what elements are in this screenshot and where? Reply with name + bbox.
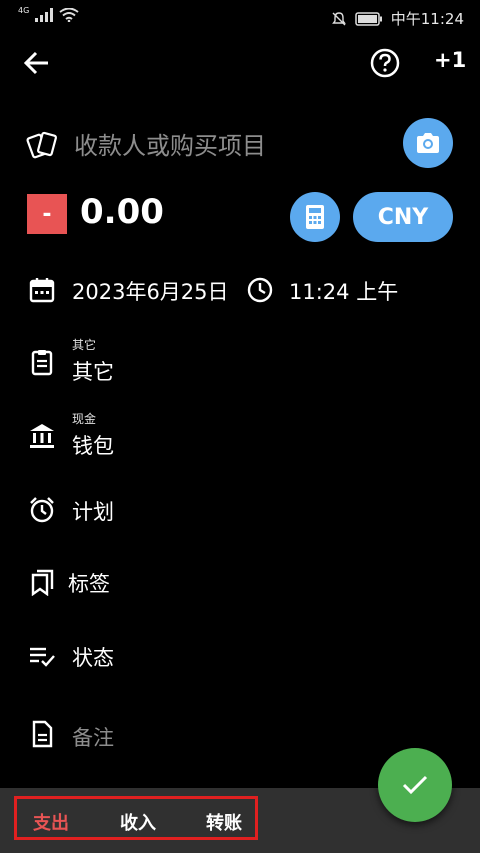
alarm-clock-icon [30,497,54,523]
network-type: 4G [18,5,30,15]
account-value: 钱包 [72,434,114,458]
app-bar: +1 [0,36,480,88]
account-row[interactable]: 现金 钱包 [0,410,480,466]
category-caption: 其它 [72,338,97,352]
mute-bell-icon [331,11,346,25]
datetime-row: 2023年6月25日 11:24 上午 [0,270,480,310]
tab-expense[interactable]: 支出 [33,809,69,835]
note-input[interactable]: 备注 [72,722,114,752]
bookmarks-icon [31,569,54,596]
category-value: 其它 [72,360,114,384]
sign-toggle-button[interactable]: - [27,194,67,234]
battery-icon [355,11,382,26]
arrow-left-icon[interactable] [20,48,54,78]
wifi-icon [59,8,79,22]
checklist-icon [30,647,55,667]
payee-input[interactable] [72,128,376,164]
status-row[interactable]: 状态 [0,634,480,690]
tags-label: 标签 [68,572,110,596]
time-field[interactable]: 11:24 上午 [289,276,398,306]
transaction-editor-screen: 4G 中午11:24 +1 收款人或购买项目 - 0.00 CNY 2023年6… [0,0,480,853]
calculator-button[interactable] [290,192,340,242]
calendar-icon [29,278,55,303]
receipt-icon [26,131,58,159]
camera-icon [417,133,439,153]
tags-row[interactable]: 标签 [0,560,480,616]
status-left: 4G [18,5,79,22]
status-bar: 4G 中午11:24 [0,0,480,34]
help-circle-icon[interactable] [368,46,402,80]
status-label: 状态 [72,646,114,670]
amount-value[interactable]: 0.00 [80,192,164,232]
camera-button[interactable] [403,118,453,168]
category-row[interactable]: 其它 其它 [0,336,480,392]
clipboard-icon [31,350,53,376]
currency-button[interactable]: CNY [353,192,453,242]
clock-icon [247,277,273,303]
amount-row: - 0.00 CNY [0,192,480,242]
document-icon [32,720,53,748]
date-field[interactable]: 2023年6月25日 [72,276,229,306]
signal-icon [35,8,54,22]
status-right: 中午11:24 [331,8,464,29]
plan-row[interactable]: 计划 [0,488,480,544]
status-time: 中午11:24 [390,10,464,28]
account-caption: 现金 [72,412,97,426]
tab-income[interactable]: 收入 [120,809,156,835]
calculator-icon [306,205,324,229]
plan-label: 计划 [72,500,114,524]
tab-transfer[interactable]: 转账 [206,809,242,835]
bank-icon [30,424,54,448]
payee-row [0,118,480,170]
check-icon [402,775,428,795]
add-another-button[interactable]: +1 [434,48,466,72]
save-button[interactable] [378,748,452,822]
